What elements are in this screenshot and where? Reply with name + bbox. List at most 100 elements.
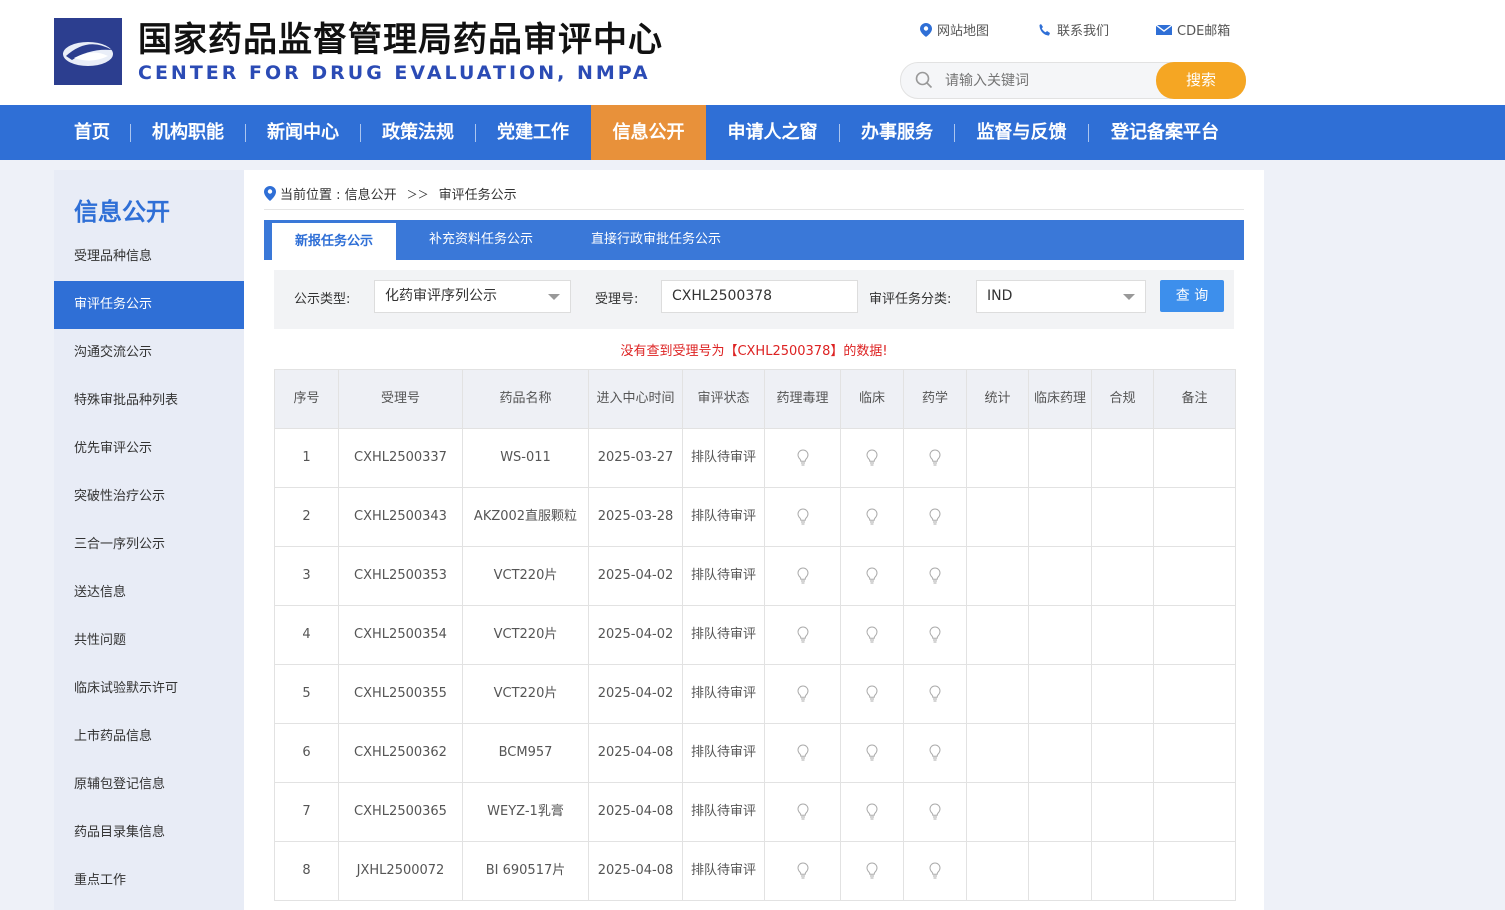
col-header-acceptance-no: 受理号 bbox=[338, 369, 463, 429]
col-header-drug-name: 药品名称 bbox=[462, 369, 589, 429]
lightbulb-icon bbox=[929, 684, 941, 701]
cde-logo[interactable] bbox=[54, 18, 122, 85]
table-row: 8 JXHL2500072 BI 690517片 2025-04-08 排队待审评 bbox=[274, 841, 1236, 901]
mail-link[interactable]: CDE邮箱 bbox=[1156, 20, 1230, 39]
cell-acceptance-no: CXHL2500337 bbox=[338, 428, 463, 488]
sitemap-label: 网站地图 bbox=[937, 24, 990, 39]
cell-no: 2 bbox=[274, 487, 339, 547]
lightbulb-icon bbox=[796, 625, 809, 642]
nav-supervision[interactable]: 监督与反馈 bbox=[955, 105, 1088, 160]
cell-drug-name: AKZ002直服颗粒 bbox=[462, 487, 589, 547]
lightbulb-icon bbox=[929, 861, 941, 878]
col-header-clinical-pharmacology: 临床药理 bbox=[1028, 369, 1092, 429]
filter-bar: 公示类型: 化药审评序列公示 受理号: CXHL2500378 审评任务分类: … bbox=[274, 270, 1234, 329]
site-title: 国家药品监督管理局药品审评中心 bbox=[138, 20, 663, 60]
cell-no: 1 bbox=[274, 428, 339, 488]
progress-bulb-cell bbox=[903, 428, 967, 488]
breadcrumb-path[interactable]: 当前位置 : 信息公开 bbox=[280, 184, 397, 203]
progress-bulb-cell bbox=[840, 723, 904, 783]
sidebar-item-communication[interactable]: 沟通交流公示 bbox=[54, 329, 244, 377]
empty-cell bbox=[966, 487, 1029, 547]
lightbulb-icon bbox=[796, 684, 809, 701]
sidebar-item-review-tasks[interactable]: 审评任务公示 bbox=[54, 281, 244, 329]
tab-direct-approval-tasks[interactable]: 直接行政审批任务公示 bbox=[566, 220, 746, 260]
sidebar-item-priority-review[interactable]: 优先审评公示 bbox=[54, 425, 244, 473]
main-nav: 首页 机构职能 新闻中心 政策法规 党建工作 信息公开 申请人之窗 办事服务 监… bbox=[0, 105, 1505, 160]
sidebar-item-delivery[interactable]: 送达信息 bbox=[54, 569, 244, 617]
acceptance-number-input[interactable]: CXHL2500378 bbox=[661, 280, 858, 313]
cell-status: 排队待审评 bbox=[682, 605, 765, 665]
progress-bulb-cell bbox=[764, 546, 841, 606]
sidebar-item-three-in-one[interactable]: 三合一序列公示 bbox=[54, 521, 244, 569]
lightbulb-icon bbox=[929, 507, 941, 524]
cell-status: 排队待审评 bbox=[682, 723, 765, 783]
col-header-no: 序号 bbox=[274, 369, 339, 429]
table-row: 3 CXHL2500353 VCT220片 2025-04-02 排队待审评 bbox=[274, 546, 1236, 606]
nav-registration-platform[interactable]: 登记备案平台 bbox=[1089, 105, 1241, 160]
cell-no: 7 bbox=[274, 782, 339, 842]
nav-news[interactable]: 新闻中心 bbox=[246, 105, 360, 160]
sidebar-item-marketed-drugs[interactable]: 上市药品信息 bbox=[54, 713, 244, 761]
cell-entry-time: 2025-03-28 bbox=[588, 487, 683, 547]
search-input[interactable] bbox=[943, 63, 1147, 98]
category-select-value: IND bbox=[987, 288, 1013, 304]
type-select-value: 化药审评序列公示 bbox=[385, 288, 497, 304]
search-button[interactable]: 搜索 bbox=[1156, 62, 1246, 99]
empty-cell bbox=[1091, 428, 1154, 488]
cell-drug-name: WS-011 bbox=[462, 428, 589, 488]
table-row: 7 CXHL2500365 WEYZ-1乳膏 2025-04-08 排队待审评 bbox=[274, 782, 1236, 842]
empty-cell bbox=[1153, 487, 1236, 547]
lightbulb-icon bbox=[929, 448, 941, 465]
lightbulb-icon bbox=[929, 743, 941, 760]
progress-bulb-cell bbox=[764, 723, 841, 783]
cell-drug-name: VCT220片 bbox=[462, 605, 589, 665]
category-select[interactable]: IND bbox=[976, 280, 1146, 313]
sidebar-item-key-work[interactable]: 重点工作 bbox=[54, 857, 244, 905]
no-result-message: 没有查到受理号为【CXHL2500378】的数据! bbox=[620, 344, 888, 359]
breadcrumb-separator: ＞＞ bbox=[406, 187, 429, 201]
tab-new-tasks[interactable]: 新报任务公示 bbox=[272, 223, 396, 260]
empty-cell bbox=[1153, 841, 1236, 901]
empty-cell bbox=[1091, 605, 1154, 665]
sidebar-item-drug-catalog[interactable]: 药品目录集信息 bbox=[54, 809, 244, 857]
nav-home[interactable]: 首页 bbox=[54, 105, 130, 160]
sidebar-title: 信息公开 bbox=[74, 198, 170, 226]
cell-acceptance-no: CXHL2500354 bbox=[338, 605, 463, 665]
query-button[interactable]: 查 询 bbox=[1160, 280, 1224, 312]
lightbulb-icon bbox=[929, 802, 941, 819]
cell-no: 4 bbox=[274, 605, 339, 665]
sidebar: 信息公开 受理品种信息 审评任务公示 沟通交流公示 特殊审批品种列表 优先审评公… bbox=[54, 170, 244, 910]
cell-status: 排队待审评 bbox=[682, 841, 765, 901]
nav-info-disclosure[interactable]: 信息公开 bbox=[591, 105, 706, 160]
type-select[interactable]: 化药审评序列公示 bbox=[374, 280, 571, 313]
sidebar-item-breakthrough[interactable]: 突破性治疗公示 bbox=[54, 473, 244, 521]
cell-entry-time: 2025-04-08 bbox=[588, 723, 683, 783]
sidebar-item-common-issues[interactable]: 共性问题 bbox=[54, 617, 244, 665]
cell-no: 8 bbox=[274, 841, 339, 901]
contact-link[interactable]: 联系我们 bbox=[1038, 20, 1109, 39]
nav-services[interactable]: 办事服务 bbox=[840, 105, 954, 160]
nav-party[interactable]: 党建工作 bbox=[476, 105, 590, 160]
sidebar-item-special-approval[interactable]: 特殊审批品种列表 bbox=[54, 377, 244, 425]
lightbulb-icon bbox=[866, 861, 878, 878]
sidebar-item-accepted-varieties[interactable]: 受理品种信息 bbox=[54, 233, 244, 281]
cell-no: 3 bbox=[274, 546, 339, 606]
lightbulb-icon bbox=[796, 507, 809, 524]
tab-supplement-tasks[interactable]: 补充资料任务公示 bbox=[406, 220, 556, 260]
mail-label: CDE邮箱 bbox=[1177, 24, 1231, 39]
sitemap-link[interactable]: 网站地图 bbox=[920, 20, 989, 39]
progress-bulb-cell bbox=[764, 428, 841, 488]
cell-no: 6 bbox=[274, 723, 339, 783]
nav-policy[interactable]: 政策法规 bbox=[361, 105, 475, 160]
progress-bulb-cell bbox=[903, 546, 967, 606]
sidebar-item-excipient-registration[interactable]: 原辅包登记信息 bbox=[54, 761, 244, 809]
nav-organization[interactable]: 机构职能 bbox=[131, 105, 245, 160]
empty-cell bbox=[1028, 428, 1092, 488]
lightbulb-icon bbox=[796, 448, 809, 465]
cell-acceptance-no: CXHL2500355 bbox=[338, 664, 463, 724]
nav-applicant[interactable]: 申请人之窗 bbox=[706, 105, 839, 160]
progress-bulb-cell bbox=[903, 723, 967, 783]
site-header: 国家药品监督管理局药品审评中心 CENTER FOR DRUG EVALUATI… bbox=[0, 0, 1505, 105]
sidebar-item-clinical-trial[interactable]: 临床试验默示许可 bbox=[54, 665, 244, 713]
task-table: 序号 受理号 药品名称 进入中心时间 审评状态 药理毒理 临床 药学 统计 临床… bbox=[274, 369, 1236, 901]
